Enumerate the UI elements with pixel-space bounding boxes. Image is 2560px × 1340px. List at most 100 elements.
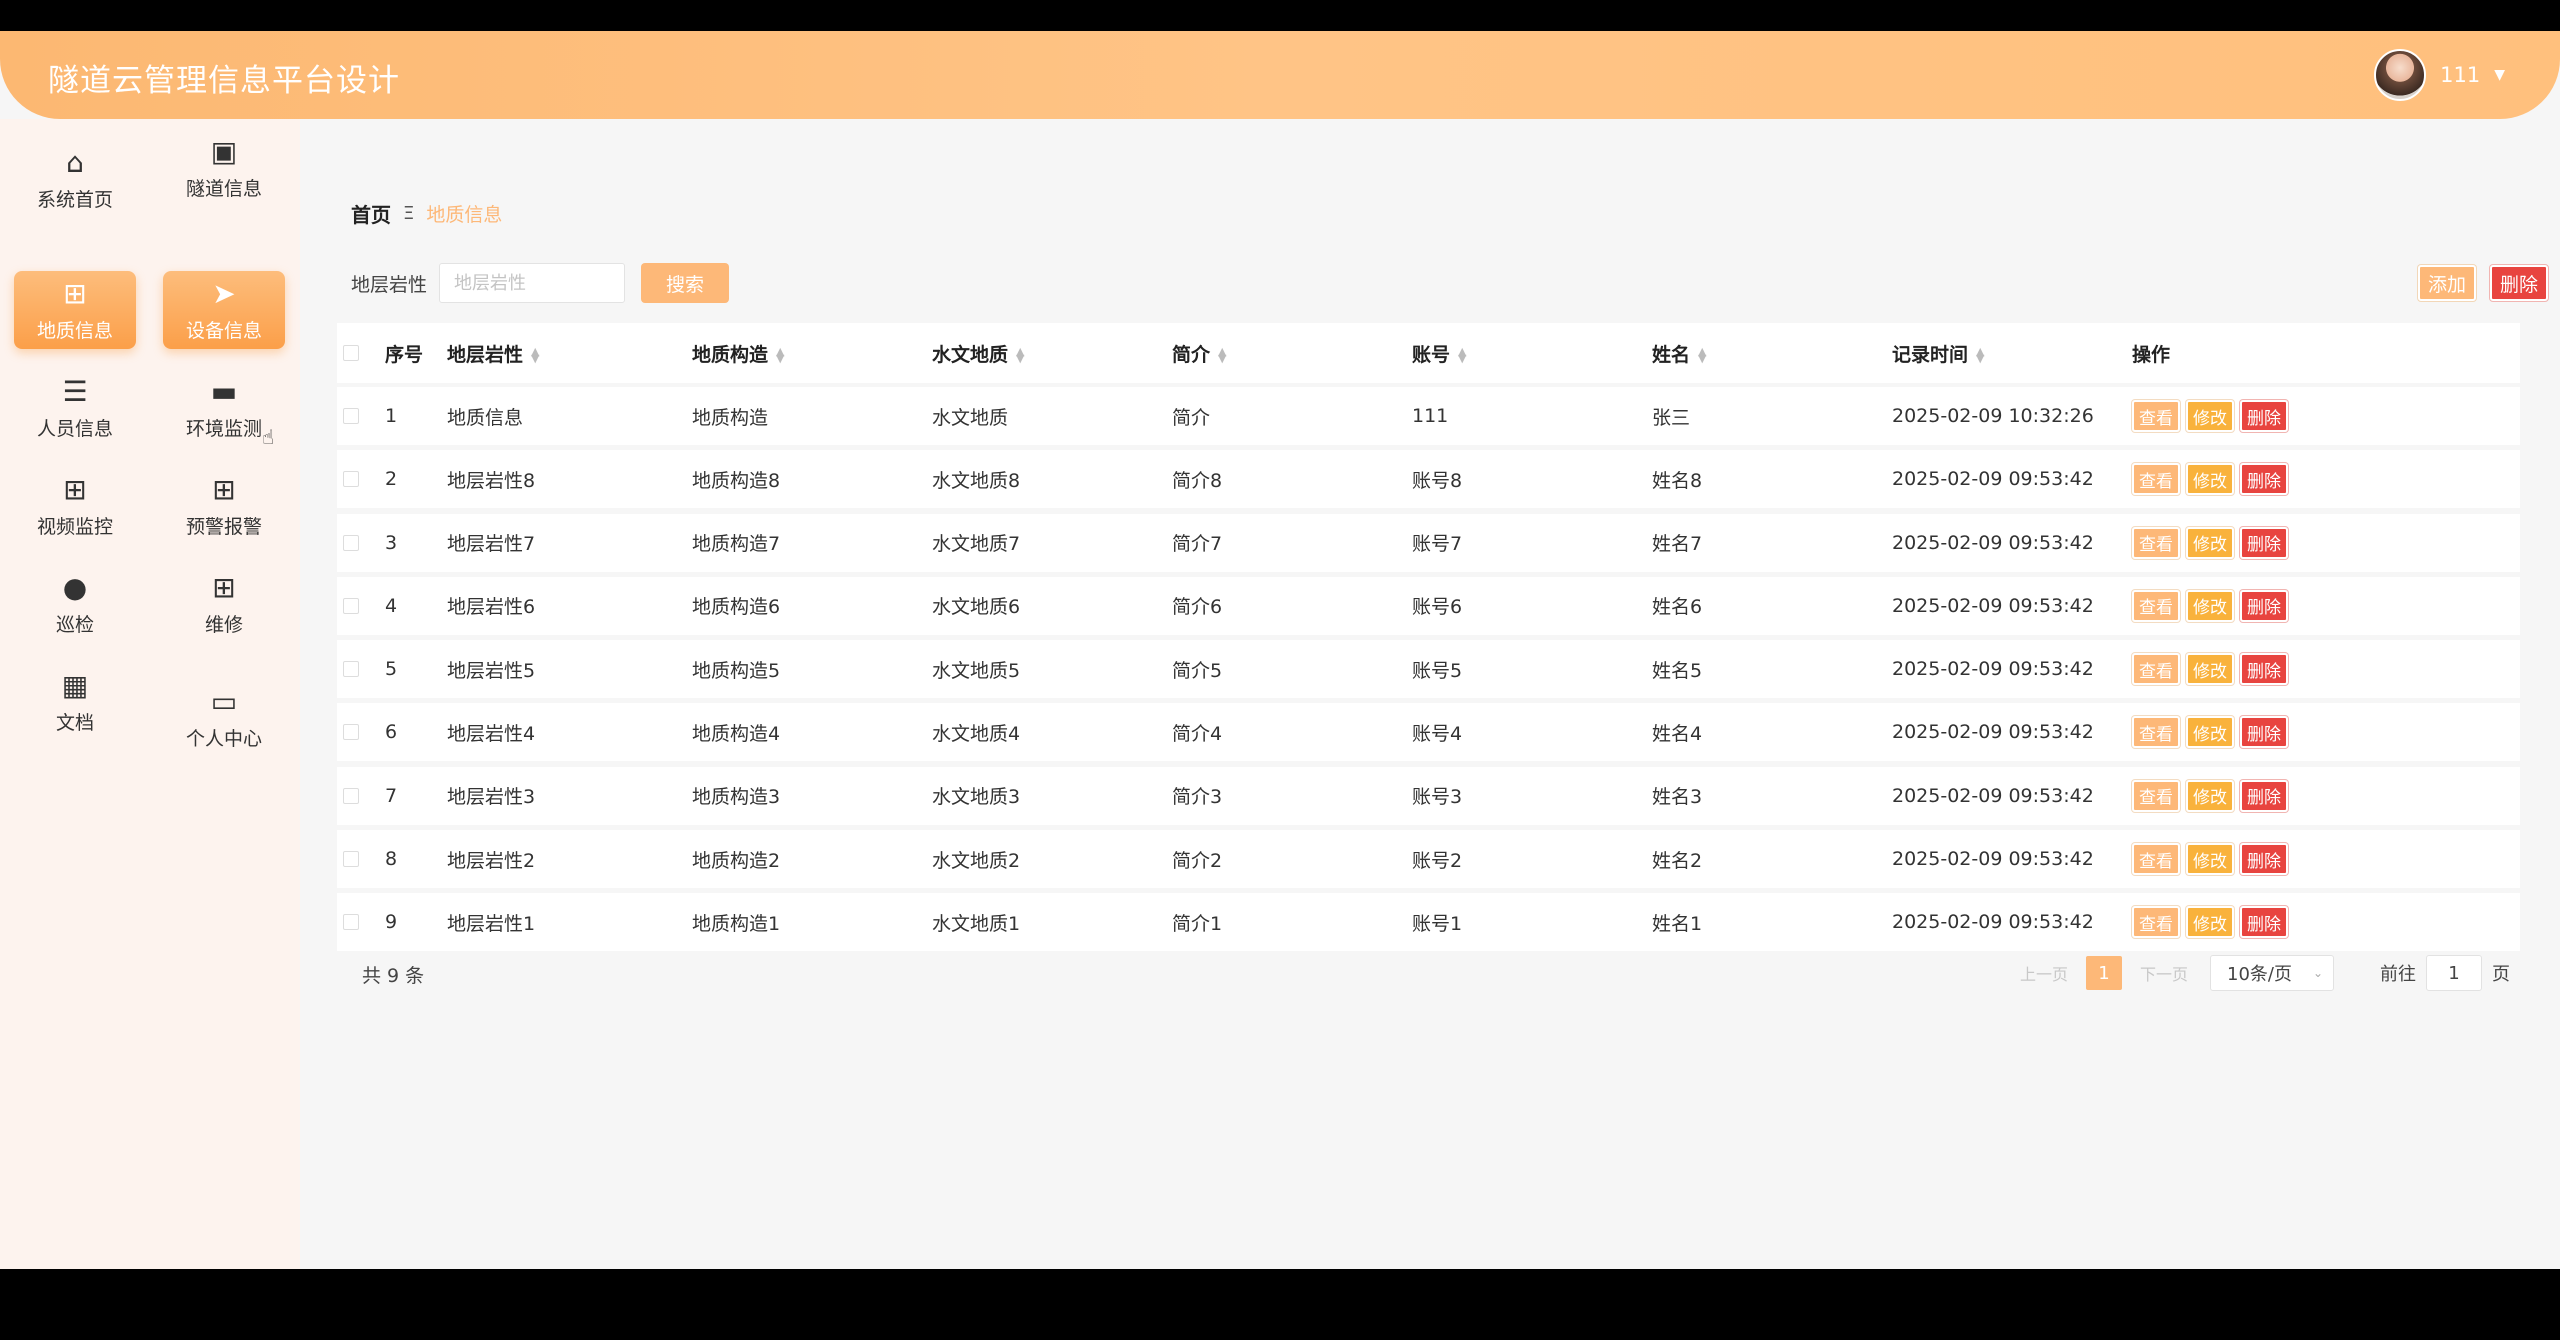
row-checkbox[interactable] bbox=[337, 534, 385, 551]
cell-name: 张三 bbox=[1652, 406, 1691, 429]
cell-stratum: 地层岩性3 bbox=[447, 786, 536, 809]
row-checkbox[interactable] bbox=[337, 724, 385, 741]
search-button[interactable]: 搜索 bbox=[641, 263, 730, 303]
edit-button[interactable]: 修改 bbox=[2186, 716, 2234, 749]
delete-button[interactable]: 删除 bbox=[2240, 526, 2288, 559]
sidebar-item-tunnel[interactable]: ▣ 隧道信息 bbox=[163, 129, 285, 207]
cell-index: 1 bbox=[385, 405, 398, 427]
sidebar-item-docs[interactable]: ▦ 文档 bbox=[14, 663, 136, 741]
add-button[interactable]: 添加 bbox=[2417, 265, 2476, 301]
search-input[interactable] bbox=[439, 263, 626, 303]
bulb-icon: ● bbox=[62, 570, 88, 604]
edit-button[interactable]: 修改 bbox=[2186, 589, 2234, 622]
delete-button[interactable]: 删除 bbox=[2240, 779, 2288, 812]
sort-icon[interactable]: ▲ ▼ bbox=[531, 346, 539, 364]
sort-icon[interactable]: ▲ ▼ bbox=[1458, 346, 1466, 364]
data-table: 序号 地层岩性 ▲ ▼ 地质构造 ▲ ▼ 水文地质 ▲ ▼ 简介 ▲ ▼ 账号 ▲ ▼ 姓名 ▲ ▼ 记… bbox=[337, 323, 2520, 957]
edit-button[interactable]: 修改 bbox=[2186, 463, 2234, 496]
row-checkbox[interactable] bbox=[337, 851, 385, 868]
sidebar-item-personnel[interactable]: ☰ 人员信息 bbox=[14, 369, 136, 447]
sidebar-item-alarm[interactable]: ⊞ 预警报警 bbox=[163, 467, 285, 545]
edit-button[interactable]: 修改 bbox=[2186, 653, 2234, 686]
view-button[interactable]: 查看 bbox=[2132, 716, 2180, 749]
row-actions: 查看 修改 删除 bbox=[2132, 716, 2432, 749]
sort-icon[interactable]: ▲ ▼ bbox=[1218, 346, 1226, 364]
row-checkbox[interactable] bbox=[337, 471, 385, 488]
edit-button[interactable]: 修改 bbox=[2186, 400, 2234, 432]
sidebar-item-video[interactable]: ⊞ 视频监控 bbox=[14, 467, 136, 545]
cell-name: 姓名1 bbox=[1652, 912, 1703, 935]
table-row: 9 地层岩性1 地质构造1 水文地质1 简介1 账号1 姓名1 2025-02-… bbox=[337, 893, 2520, 952]
column-header-sortable[interactable]: 姓名 ▲ ▼ bbox=[1652, 340, 1892, 367]
chevron-down-icon[interactable]: ▼ bbox=[2494, 67, 2505, 83]
edit-button[interactable]: 修改 bbox=[2186, 526, 2234, 559]
mouse-cursor-icon: ☝ bbox=[262, 425, 275, 449]
sidebar-item-equipment[interactable]: ➤ 设备信息 bbox=[163, 271, 285, 349]
view-button[interactable]: 查看 bbox=[2132, 906, 2180, 939]
view-button[interactable]: 查看 bbox=[2132, 589, 2180, 622]
view-button[interactable]: 查看 bbox=[2132, 843, 2180, 876]
message-icon: ▣ bbox=[210, 134, 238, 168]
page-number-current[interactable]: 1 bbox=[2085, 956, 2122, 990]
sort-icon[interactable]: ▲ ▼ bbox=[1976, 346, 1984, 364]
cell-account: 账号2 bbox=[1412, 849, 1463, 872]
view-button[interactable]: 查看 bbox=[2132, 400, 2180, 432]
sort-icon[interactable]: ▲ ▼ bbox=[1698, 346, 1706, 364]
edit-button[interactable]: 修改 bbox=[2186, 779, 2234, 812]
page-size-select[interactable]: 10条/页 ⌄ bbox=[2210, 955, 2334, 991]
sidebar-item-home[interactable]: ⌂ 系统首页 bbox=[14, 140, 136, 218]
row-checkbox[interactable] bbox=[337, 597, 385, 614]
delete-button[interactable]: 删除 bbox=[2240, 906, 2288, 939]
cell-structure: 地质构造6 bbox=[692, 596, 781, 619]
sidebar-item-label: 隧道信息 bbox=[185, 177, 262, 200]
batch-delete-button[interactable]: 删除 bbox=[2489, 265, 2548, 301]
cell-account: 账号5 bbox=[1412, 659, 1463, 682]
next-page-button[interactable]: 下一页 bbox=[2140, 961, 2188, 985]
sidebar-item-geology[interactable]: ⊞ 地质信息 bbox=[14, 271, 136, 349]
delete-button[interactable]: 删除 bbox=[2240, 589, 2288, 622]
row-checkbox[interactable] bbox=[337, 408, 385, 424]
cell-summary: 简介4 bbox=[1172, 722, 1223, 745]
column-header-sortable[interactable]: 简介 ▲ ▼ bbox=[1172, 340, 1412, 367]
sort-icon[interactable]: ▲ ▼ bbox=[776, 346, 784, 364]
select-all-checkbox[interactable] bbox=[337, 345, 385, 361]
delete-button[interactable]: 删除 bbox=[2240, 843, 2288, 876]
cell-structure: 地质构造4 bbox=[692, 722, 781, 745]
delete-button[interactable]: 删除 bbox=[2240, 653, 2288, 686]
avatar[interactable] bbox=[2374, 49, 2427, 101]
view-button[interactable]: 查看 bbox=[2132, 779, 2180, 812]
view-button[interactable]: 查看 bbox=[2132, 526, 2180, 559]
cell-record-time: 2025-02-09 09:53:42 bbox=[1892, 848, 2094, 871]
table-row: 4 地层岩性6 地质构造6 水文地质6 简介6 账号6 姓名6 2025-02-… bbox=[337, 576, 2520, 635]
cell-stratum: 地层岩性7 bbox=[447, 533, 536, 556]
sidebar-item-repair[interactable]: ⊞ 维修 bbox=[163, 565, 285, 643]
sort-icon[interactable]: ▲ ▼ bbox=[1016, 346, 1024, 364]
row-checkbox[interactable] bbox=[337, 661, 385, 678]
column-header-sortable[interactable]: 账号 ▲ ▼ bbox=[1412, 340, 1652, 367]
edit-button[interactable]: 修改 bbox=[2186, 843, 2234, 876]
breadcrumb-home[interactable]: 首页 bbox=[351, 199, 391, 228]
user-menu[interactable]: 111 ▼ bbox=[2374, 48, 2505, 102]
cell-structure: 地质构造5 bbox=[692, 659, 781, 682]
cell-index: 9 bbox=[385, 911, 398, 934]
sidebar-item-label: 系统首页 bbox=[36, 188, 113, 211]
column-header-sortable[interactable]: 记录时间 ▲ ▼ bbox=[1892, 340, 2132, 367]
username[interactable]: 111 bbox=[2440, 63, 2480, 87]
cell-account: 111 bbox=[1412, 405, 1449, 427]
goto-page-input[interactable] bbox=[2426, 955, 2482, 991]
delete-button[interactable]: 删除 bbox=[2240, 463, 2288, 496]
column-header-sortable[interactable]: 地质构造 ▲ ▼ bbox=[692, 340, 932, 367]
prev-page-button[interactable]: 上一页 bbox=[2020, 961, 2068, 985]
sidebar-item-inspection[interactable]: ● 巡检 bbox=[14, 565, 136, 643]
column-header-sortable[interactable]: 地层岩性 ▲ ▼ bbox=[447, 340, 692, 367]
view-button[interactable]: 查看 bbox=[2132, 653, 2180, 686]
edit-button[interactable]: 修改 bbox=[2186, 906, 2234, 939]
delete-button[interactable]: 删除 bbox=[2240, 716, 2288, 749]
column-header-sortable[interactable]: 水文地质 ▲ ▼ bbox=[932, 340, 1172, 367]
row-checkbox[interactable] bbox=[337, 787, 385, 804]
row-checkbox[interactable] bbox=[337, 914, 385, 931]
view-button[interactable]: 查看 bbox=[2132, 463, 2180, 496]
cell-hydrogeology: 水文地质5 bbox=[932, 659, 1021, 682]
delete-button[interactable]: 删除 bbox=[2240, 400, 2288, 432]
sidebar-item-profile[interactable]: ▭ 个人中心 bbox=[163, 679, 285, 757]
